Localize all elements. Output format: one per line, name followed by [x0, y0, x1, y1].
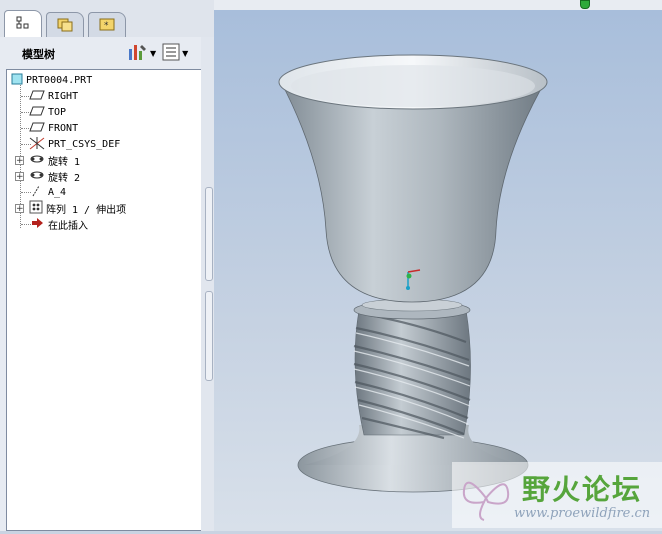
revolve-icon [29, 169, 45, 184]
tree-item-top[interactable]: TOP [29, 104, 66, 120]
tree-settings-button[interactable]: ▼ [128, 43, 156, 64]
tree-item-csys[interactable]: PRT_CSYS_DEF [29, 136, 120, 152]
tree-item-label: 阵列 1 / 伸出项 [46, 204, 127, 216]
watermark-title: 野火论坛 [522, 473, 643, 506]
tree-item-label: RIGHT [48, 90, 79, 102]
goblet-3d-model [278, 54, 548, 493]
tree-item-label: 旋转 1 [48, 156, 81, 168]
part-icon [11, 73, 23, 88]
tree-item-revolve-1[interactable]: 旋转 1 [29, 152, 80, 168]
tree-item-axis[interactable]: A_4 [29, 184, 66, 200]
insert-here-arrow-icon [29, 217, 45, 232]
sash-grip[interactable] [205, 187, 213, 281]
pattern-icon [29, 200, 43, 217]
left-panel: * 模型树 ▼ ▼ PRT0004.PRT RIGHT TOP FRONT PR… [0, 0, 214, 531]
coordinate-system-icon [29, 136, 45, 153]
favorites-icon: * [98, 16, 116, 35]
tab-model-tree[interactable] [4, 10, 42, 38]
revolve-icon [29, 153, 45, 168]
model-tree-icon [15, 15, 31, 34]
tree-settings-icon [128, 43, 148, 64]
tree-item-label: 旋转 2 [48, 172, 81, 184]
forum-watermark: 野火论坛 www.proewildfire.cn [452, 462, 662, 528]
tree-show-button[interactable]: ▼ [162, 43, 188, 64]
model-tree[interactable]: PRT0004.PRT RIGHT TOP FRONT PRT_CSYS_DEF… [6, 69, 203, 531]
chevron-down-icon: ▼ [182, 49, 189, 58]
datum-axis-icon [29, 185, 45, 200]
datum-plane-icon [29, 105, 45, 120]
tree-item-label: TOP [48, 106, 67, 118]
watermark-url: www.proewildfire.cn [514, 506, 651, 521]
tree-item-label: PRT_CSYS_DEF [48, 138, 121, 150]
status-indicator [580, 0, 590, 9]
tree-item-pattern[interactable]: 阵列 1 / 伸出项 [29, 200, 126, 216]
expand-toggle[interactable]: + [15, 172, 24, 182]
model-tree-title: 模型树 [22, 48, 55, 61]
panel-sash[interactable] [201, 37, 214, 531]
tree-item-right[interactable]: RIGHT [29, 88, 78, 104]
tree-root[interactable]: PRT0004.PRT [11, 72, 92, 88]
datum-plane-icon [29, 89, 45, 104]
folder-browser-icon [56, 16, 74, 35]
tree-item-label: FRONT [48, 122, 79, 134]
sash-grip[interactable] [205, 291, 213, 381]
navigator-tabs: * [0, 0, 214, 38]
expand-toggle[interactable]: + [15, 156, 24, 166]
tree-header: 模型树 ▼ ▼ [0, 37, 210, 67]
tree-root-label: PRT0004.PRT [26, 74, 93, 86]
datum-plane-icon [29, 121, 45, 136]
tree-item-revolve-2[interactable]: 旋转 2 [29, 168, 80, 184]
butterfly-logo-icon [458, 468, 514, 527]
graphics-window[interactable] [214, 10, 662, 531]
chevron-down-icon: ▼ [150, 49, 157, 58]
tab-favorites[interactable]: * [88, 12, 126, 37]
tree-item-label: 在此插入 [48, 220, 88, 232]
tree-item-insert-here[interactable]: 在此插入 [29, 216, 88, 232]
expand-toggle[interactable]: + [15, 204, 24, 214]
tree-show-icon [162, 43, 180, 64]
tree-item-front[interactable]: FRONT [29, 120, 78, 136]
tab-folder-browser[interactable] [46, 12, 84, 37]
tree-item-label: A_4 [48, 186, 67, 198]
svg-text:*: * [104, 21, 109, 31]
